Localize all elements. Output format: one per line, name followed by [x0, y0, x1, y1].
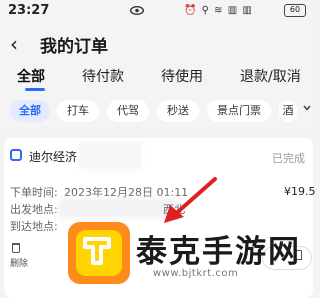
order-price: ¥19.5	[284, 185, 316, 198]
chip-tickets[interactable]: 景点门票	[207, 100, 271, 122]
shop-name[interactable]: 迪尔经济	[29, 148, 77, 165]
watermark-url: www.bjtkrt.com	[153, 268, 239, 279]
trash-icon[interactable]	[12, 243, 20, 253]
delete-label[interactable]: 删除	[10, 256, 28, 269]
order-time-label: 下单时间:	[10, 186, 58, 199]
chip-express[interactable]: 秒送	[157, 100, 199, 122]
chip-hotel[interactable]: 酒	[279, 100, 297, 122]
back-chevron-icon[interactable]: ‹	[10, 32, 18, 56]
battery-icon: 60	[284, 4, 306, 17]
status-time: 23:27	[8, 3, 50, 18]
shop-icon	[10, 149, 22, 161]
order-status: 已完成	[272, 152, 305, 165]
tab-active-indicator	[25, 88, 45, 91]
eye-icon	[130, 6, 144, 15]
destination-label: 到达地点:	[10, 220, 58, 233]
chip-all[interactable]: 全部	[10, 100, 50, 122]
battery-level: 60	[289, 5, 301, 14]
annotation-arrow-icon	[164, 177, 217, 223]
tab-all[interactable]: 全部	[17, 66, 45, 86]
tab-pending-use[interactable]: 待使用	[161, 66, 203, 86]
watermark-t-icon	[83, 237, 111, 265]
chevron-down-icon[interactable]	[303, 104, 311, 112]
watermark-logo	[68, 222, 130, 284]
chip-taxi[interactable]: 打车	[57, 100, 99, 122]
blurred-region	[78, 142, 142, 170]
watermark-text: 泰克手游网	[136, 234, 301, 270]
tab-refund-cancel[interactable]: 退款/取消	[240, 66, 301, 86]
origin-label: 出发地点:	[10, 203, 58, 216]
page-title: 我的订单	[40, 37, 108, 57]
chip-chauffeur[interactable]: 代驾	[107, 100, 149, 122]
tab-pending-payment[interactable]: 待付款	[82, 66, 124, 86]
status-icons: ⏰ ⚲ ≋ ▥ ▥	[184, 5, 253, 16]
